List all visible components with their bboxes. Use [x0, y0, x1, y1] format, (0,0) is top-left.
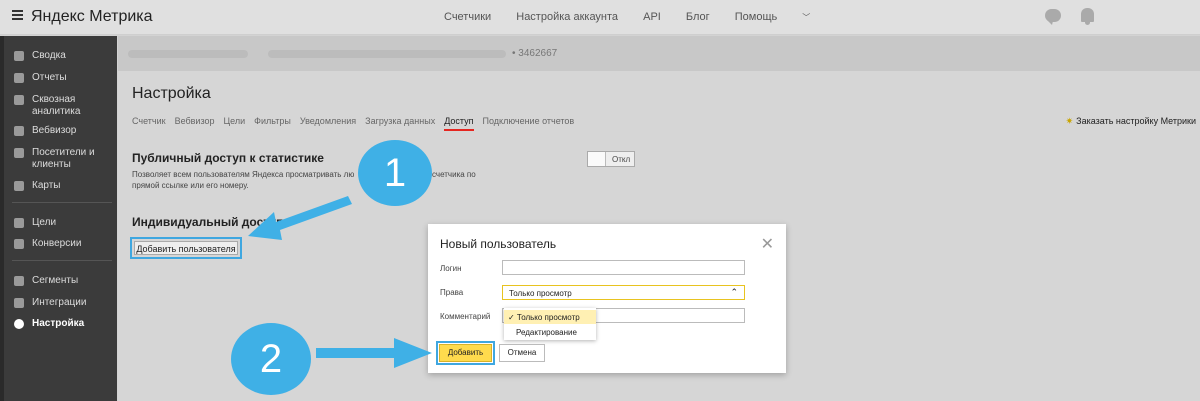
sidebar-item-conversions[interactable]: Конверсии: [14, 238, 81, 250]
tab-report-connections[interactable]: Подключение отчетов: [483, 116, 575, 129]
sidebar-item-label: Цели: [32, 217, 57, 228]
sidebar-item-label: Интеграции: [32, 297, 87, 308]
sidebar-divider: [12, 202, 112, 203]
sidebar-item-label: Вебвизор: [32, 125, 77, 136]
sidebar-item-integrations[interactable]: Интеграции: [14, 297, 86, 309]
nav-blog[interactable]: Блог: [686, 11, 710, 23]
blurred-counter-site: [268, 50, 506, 58]
sidebar-item-goals[interactable]: Цели: [14, 217, 56, 229]
nav-help[interactable]: Помощь ﹀: [735, 11, 833, 23]
page-title: Настройка: [132, 85, 211, 102]
add-button-label: Добавить: [439, 344, 492, 362]
callout-circle-2: 2: [231, 323, 311, 395]
top-nav: Счетчики Настройка аккаунта API Блог Пом…: [444, 11, 854, 23]
funnel-icon: [14, 276, 24, 286]
sidebar-item-label: Посетители и клиенты: [32, 147, 95, 170]
gear-icon: [14, 319, 24, 329]
settings-tabs: Счетчик Вебвизор Цели Фильтры Уведомления Заг…: [132, 116, 583, 131]
top-bar: Яндекс Метрика Счетчики Настройка аккаун…: [0, 0, 1200, 35]
sidebar-item-reports[interactable]: Отчеты: [14, 72, 67, 84]
sidebar-item-label: Сквозная аналитика: [32, 94, 81, 117]
counter-bar: • 3462667: [118, 36, 1200, 71]
toggle-knob: [588, 152, 606, 166]
bell-icon[interactable]: [1081, 8, 1094, 25]
tab-data-upload[interactable]: Загрузка данных: [365, 116, 435, 129]
tab-counter[interactable]: Счетчик: [132, 116, 166, 129]
tab-webvisor[interactable]: Вебвизор: [175, 116, 215, 129]
nav-counters[interactable]: Счетчики: [444, 11, 491, 23]
order-setup-link[interactable]: ✷ Заказать настройку Метрики: [1066, 116, 1196, 127]
sparkle-icon: ✷: [1065, 116, 1074, 126]
toggle-label: Откл: [612, 155, 631, 164]
sidebar-item-label: Конверсии: [32, 238, 82, 249]
login-label: Логин: [440, 264, 462, 273]
conversion-icon: [14, 239, 24, 249]
nav-api[interactable]: API: [643, 11, 661, 23]
nav-help-label: Помощь: [734, 11, 778, 23]
cancel-button[interactable]: Отмена: [499, 344, 545, 362]
sidebar-item-label: Сегменты: [32, 275, 79, 286]
public-access-desc-1: Позволяет всем пользователям Яндекса про…: [132, 170, 355, 179]
sidebar-divider: [12, 260, 112, 261]
public-access-heading: Публичный доступ к статистике: [132, 151, 324, 165]
tab-notifications[interactable]: Уведомления: [300, 116, 356, 129]
sidebar-item-segments[interactable]: Сегменты: [14, 275, 78, 287]
add-user-button[interactable]: Добавить пользователя: [130, 237, 242, 259]
rights-select[interactable]: Только просмотр ⌃: [502, 285, 745, 300]
bar-chart-icon: [14, 73, 24, 83]
logo[interactable]: Яндекс Метрика: [31, 8, 153, 26]
sidebar-item-end-to-end-analytics[interactable]: Сквозная аналитика: [14, 94, 94, 118]
chevron-up-icon: ⌃: [730, 287, 738, 297]
sidebar-item-visitors[interactable]: Посетители и клиенты: [14, 147, 109, 171]
sidebar-item-label: Настройка: [32, 318, 85, 329]
add-user-button-label: Добавить пользователя: [134, 241, 238, 255]
people-icon: [14, 148, 24, 158]
counter-id: • 3462667: [512, 48, 558, 59]
add-button[interactable]: Добавить: [436, 341, 495, 365]
play-icon: [14, 126, 24, 136]
close-icon[interactable]: ✕: [761, 234, 774, 254]
public-access-toggle[interactable]: Откл: [587, 151, 635, 167]
callout-circle-1: 1: [358, 140, 432, 206]
gauge-icon: [14, 51, 24, 61]
sidebar-item-summary[interactable]: Сводка: [14, 50, 66, 62]
new-user-dialog: Новый пользователь ✕ Логин Права Только …: [428, 224, 786, 373]
callout-arrow-1: [248, 196, 352, 240]
blurred-counter-name: [128, 50, 248, 58]
sidebar-item-webvisor[interactable]: Вебвизор: [14, 125, 76, 137]
sidebar-item-label: Карты: [32, 180, 61, 191]
rights-dropdown: ✓ Только просмотр Редактирование: [504, 308, 596, 340]
option-editing[interactable]: Редактирование: [504, 325, 596, 339]
sidebar-item-settings[interactable]: Настройка: [14, 318, 84, 330]
map-icon: [14, 181, 24, 191]
public-access-desc-2: счетчика по: [432, 170, 476, 179]
rights-select-value: Только просмотр: [509, 289, 572, 298]
sidebar-item-label: Сводка: [32, 50, 66, 61]
sidebar-item-maps[interactable]: Карты: [14, 180, 61, 192]
flow-icon: [14, 95, 24, 105]
tab-access[interactable]: Доступ: [444, 116, 474, 131]
callout-arrow-2: [316, 338, 432, 368]
option-view-only[interactable]: ✓ Только просмотр: [504, 310, 596, 324]
sidebar-item-label: Отчеты: [32, 72, 67, 83]
tab-goals[interactable]: Цели: [224, 116, 246, 129]
chat-icon[interactable]: [1045, 9, 1061, 25]
nav-account-settings[interactable]: Настройка аккаунта: [516, 11, 618, 23]
puzzle-icon: [14, 298, 24, 308]
public-access-desc-3: прямой ссылке или его номеру.: [132, 181, 249, 190]
login-input[interactable]: [502, 260, 745, 275]
dialog-title: Новый пользователь: [440, 237, 557, 251]
tab-filters[interactable]: Фильтры: [254, 116, 291, 129]
comment-label: Комментарий: [440, 312, 491, 321]
chevron-down-icon: ﹀: [802, 13, 811, 22]
order-setup-label: Заказать настройку Метрики: [1076, 116, 1196, 126]
sidebar: Сводка Отчеты Сквозная аналитика Вебвизо…: [0, 36, 117, 401]
rights-label: Права: [440, 288, 464, 297]
target-icon: [14, 218, 24, 228]
menu-icon[interactable]: [12, 10, 23, 20]
